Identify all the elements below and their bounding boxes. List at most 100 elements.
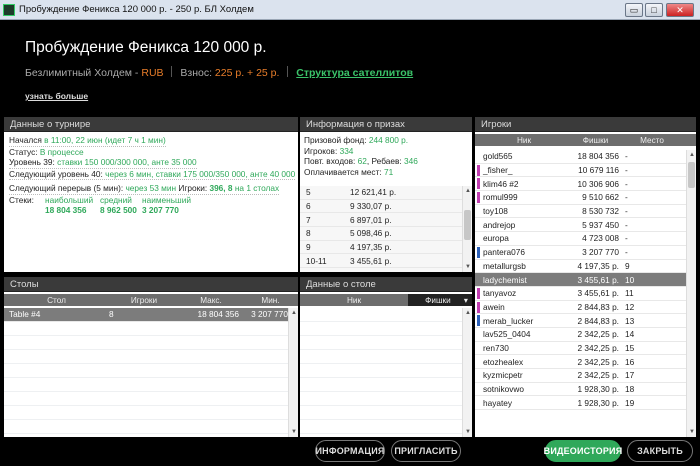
entrants-label: Игроков: [304,145,340,156]
player-place: 19 [625,397,635,408]
player-row[interactable]: awein 2 844,83 р. 12 [475,301,686,315]
learn-more-link[interactable]: узнать больше [25,91,88,101]
player-row[interactable]: _fisher_ 10 679 116- [475,164,686,178]
player-chips: 18 804 356 [577,151,619,162]
players-label: Игроки: [178,183,210,193]
table-data-scrollbar[interactable]: ▲ ▼ [462,308,472,437]
col-nick[interactable]: Ник [300,296,408,305]
player-nick: metallurgsb [483,260,526,271]
player-nick: pantera076 [483,247,525,258]
player-nick: _fisher_ [483,165,513,176]
players-left: , 8 [223,183,233,193]
player-chips: 1 928,30 р. [577,397,619,408]
close-window-button[interactable]: ✕ [666,3,694,17]
col-chips-sorted[interactable]: Фишки ▾ [408,294,472,306]
scroll-thumb[interactable] [688,162,695,188]
maximize-button[interactable]: □ [645,3,663,17]
player-row[interactable]: lav525_0404 2 342,25 р. 14 [475,328,686,342]
tables-scrollbar[interactable]: ▲ ▼ [288,308,298,437]
player-chips: 2 844,83 р. [577,301,619,312]
stacks-labels: Стеки: наибольший средний наименьший [9,195,293,206]
title-bar[interactable]: Пробуждение Феникса 120 000 р. - 250 р. … [0,0,700,20]
scroll-down-icon[interactable]: ▼ [463,262,472,272]
app-logo-icon [3,4,15,16]
players-scrollbar[interactable]: ▲ ▼ [686,150,696,437]
player-row[interactable]: gold565 18 804 356- [475,150,686,164]
scroll-up-icon[interactable]: ▲ [289,308,298,318]
prize-place: 8 [306,228,311,239]
player-row[interactable]: metallurgsb 4 197,35 р. 9 [475,260,686,274]
player-row[interactable]: hayatey 1 928,30 р. 19 [475,396,686,411]
scroll-up-icon[interactable]: ▲ [463,308,472,318]
prize-pool-line: Призовой фонд: 244 800 р. [304,135,468,146]
player-row[interactable]: etozhealex 2 342,25 р. 16 [475,355,686,369]
status-value: В процессе [39,146,84,157]
paid-places-value: 71 [383,166,394,177]
players-total: 396 [209,183,224,193]
player-row[interactable]: ren730 2 342,25 р. 15 [475,342,686,356]
scroll-up-icon[interactable]: ▲ [687,150,696,160]
minimize-button[interactable]: ▭ [625,3,643,17]
player-row[interactable]: pantera076 3 207 770- [475,246,686,260]
player-row[interactable]: merab_lucker 2 844,83 р. 13 [475,314,686,328]
col-place[interactable]: Место [618,136,686,145]
entrants-line: Игроков: 334 [304,146,468,157]
next-level-ante: , анте 40 000 [245,168,296,179]
col-min[interactable]: Мин. [243,296,298,305]
scroll-down-icon[interactable]: ▼ [289,427,298,437]
player-place: 12 [625,301,635,312]
player-row[interactable]: klim46 #2 10 306 906- [475,177,686,192]
info-button[interactable]: ИНФОРМАЦИЯ [315,440,385,462]
video-history-button[interactable]: ВИДЕОИСТОРИЯ [544,440,622,462]
player-row[interactable]: sotnikovwo 1 928,30 р. 18 [475,383,686,397]
player-row[interactable]: europa 4 723 008- [475,232,686,246]
player-place: 9 [625,260,630,271]
player-row[interactable]: toy108 8 530 732- [475,205,686,219]
player-chips: 2 342,25 р. [577,342,619,353]
table-row[interactable]: Table #4 8 18 804 356 3 207 770 [4,308,288,322]
player-row[interactable]: ladychemist 3 455,61 р. 10 [475,273,686,287]
prize-amount: 3 455,61 р. [350,255,392,266]
scroll-up-icon[interactable]: ▲ [463,186,472,196]
prize-place: 5 [306,187,311,198]
players-panel: Игроки Ник Фишки Место gold565 18 804 356… [475,117,696,437]
player-row[interactable]: kyzmicpetr 2 342,25 р. 17 [475,369,686,383]
player-chips: 8 530 732 [582,206,619,217]
player-row[interactable]: tanyavoz 3 455,61 р. 11 [475,287,686,301]
paid-places-line: Оплачивается мест: 71 [304,167,468,178]
col-chips[interactable]: Фишки [573,136,618,145]
scroll-down-icon[interactable]: ▼ [463,427,472,437]
table-data-list [300,308,462,437]
col-max[interactable]: Макс. [179,296,243,305]
table-data-header: Ник Фишки ▾ [300,294,472,306]
player-place: 15 [625,342,635,353]
panel-title: Данные о столе [300,277,472,292]
player-row[interactable]: andrejop 5 937 450- [475,218,686,233]
player-nick: hayatey [483,397,513,408]
player-row[interactable]: romul999 9 510 662- [475,191,686,205]
player-place: 17 [625,370,635,381]
satellites-link[interactable]: Структура сателлитов [296,67,413,79]
scroll-thumb[interactable] [464,210,471,240]
player-nick: ren730 [483,342,509,353]
panel-title: Информация о призах [300,117,472,132]
invite-button[interactable]: ПРИГЛАСИТЬ [391,440,461,462]
prize-scrollbar[interactable]: ▲ ▼ [462,186,472,272]
col-players[interactable]: Игроки [109,296,179,305]
player-nick: sotnikovwo [483,384,525,395]
prize-pool-label: Призовой фонд: [304,135,369,145]
player-note-marker [477,192,480,204]
col-table[interactable]: Стол [4,296,109,305]
started-label: Начался [9,135,45,145]
divider [287,66,289,77]
player-note-marker [477,287,480,299]
col-nick[interactable]: Ник [475,136,573,145]
table-data-panel: Данные о столе Ник Фишки ▾ ▲ ▼ [300,277,472,437]
scroll-down-icon[interactable]: ▼ [687,427,696,437]
level-ante: , анте 35 000 [146,157,197,167]
prize-place: 10-11 [306,255,327,266]
player-place: 18 [625,384,635,395]
stack-max-label: наибольший [45,194,94,205]
close-button[interactable]: ЗАКРЫТЬ [627,440,693,462]
prize-place: 7 [306,214,311,225]
